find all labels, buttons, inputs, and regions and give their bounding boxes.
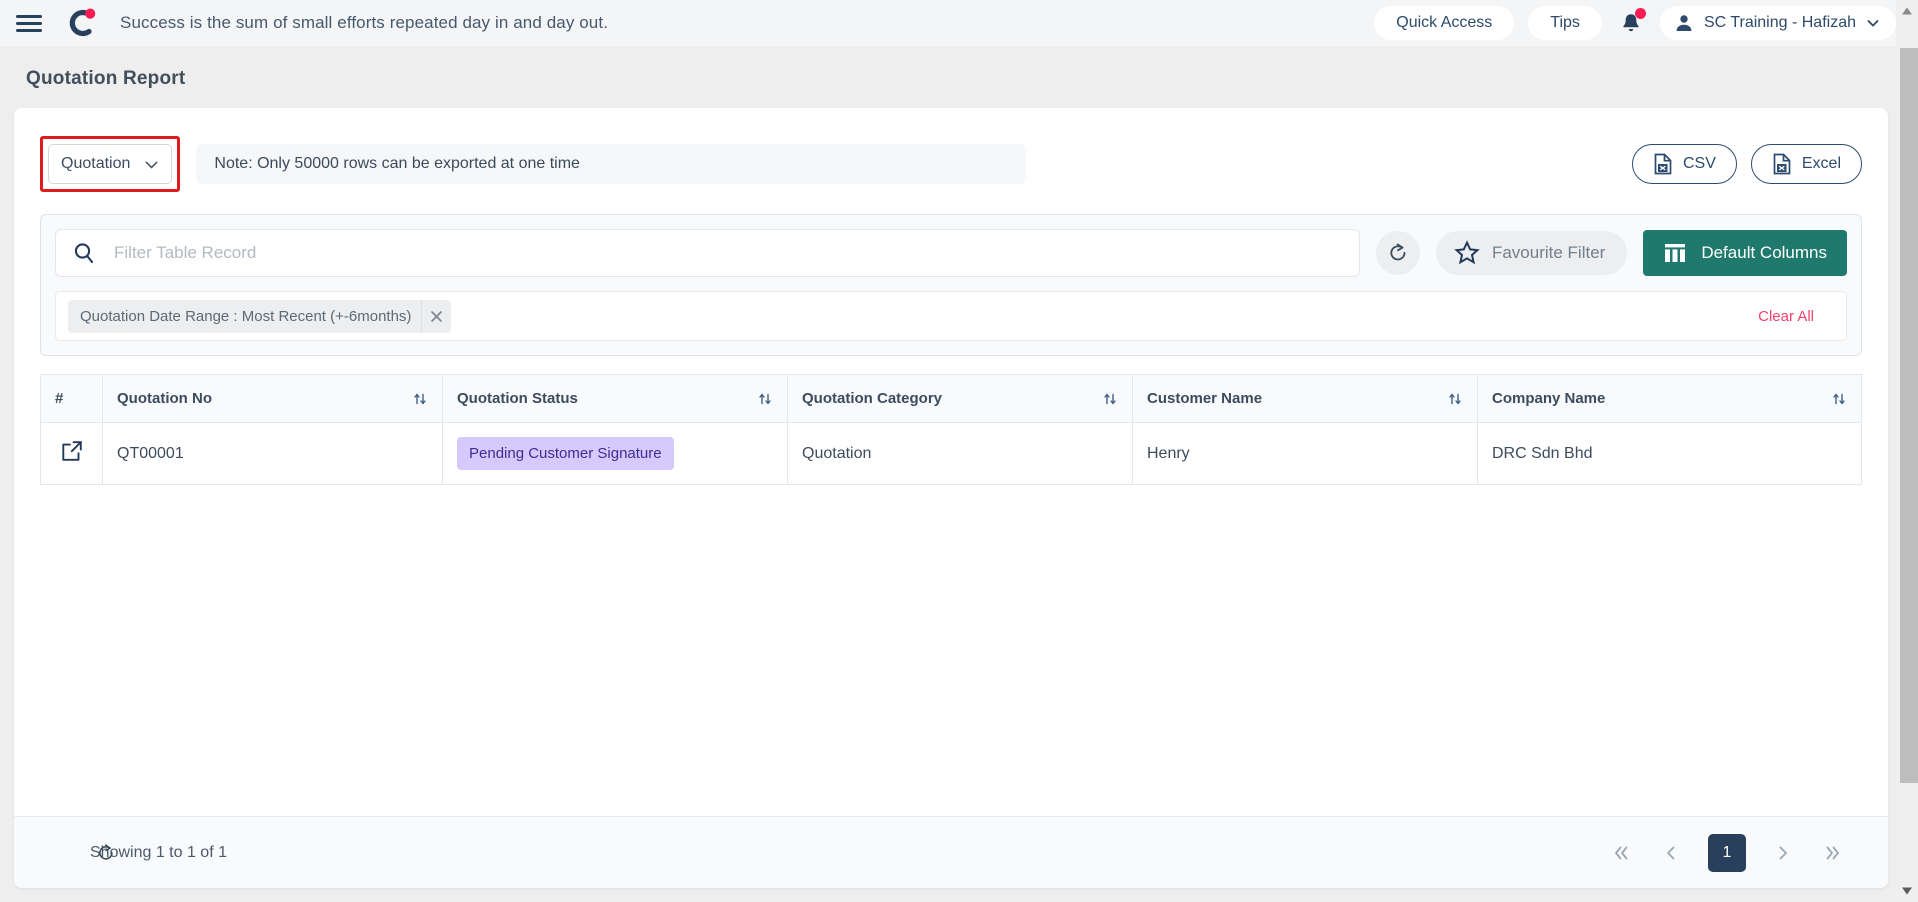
favourite-filter-button[interactable]: Favourite Filter <box>1435 231 1628 275</box>
column-label: # <box>55 390 64 407</box>
refresh-table-button[interactable] <box>1375 231 1420 275</box>
sort-updown-icon[interactable] <box>1447 391 1463 407</box>
notification-dot <box>1634 8 1646 19</box>
hamburger-icon[interactable] <box>16 10 42 36</box>
column-header-quotation-no[interactable]: Quotation No <box>102 374 443 423</box>
quick-access-button[interactable]: Quick Access <box>1374 6 1515 40</box>
sort-updown-icon[interactable] <box>757 391 773 407</box>
report-type-select[interactable]: Quotation <box>48 144 173 184</box>
export-excel-button[interactable]: Excel <box>1750 144 1862 184</box>
user-menu-button[interactable]: SC Training - Hafizah <box>1659 6 1896 40</box>
default-columns-label: Default Columns <box>1701 243 1827 262</box>
quotation-table: # Quotation No Quotation Status Quotatio… <box>40 374 1862 485</box>
chevron-down-icon <box>1867 20 1879 27</box>
footer-refresh-button[interactable] <box>96 843 116 863</box>
column-label: Company Name <box>1492 390 1606 407</box>
chevron-down-icon <box>145 161 158 168</box>
columns-icon <box>1665 244 1686 262</box>
table-header-row: # Quotation No Quotation Status Quotatio… <box>40 374 1862 423</box>
report-type-value: Quotation <box>61 155 131 172</box>
column-header-quotation-category[interactable]: Quotation Category <box>787 374 1133 423</box>
clear-all-filters-button[interactable]: Clear All <box>1758 308 1834 325</box>
chevron-double-left-icon <box>1615 846 1628 859</box>
sort-updown-icon[interactable] <box>1831 391 1847 407</box>
pagination-next-button[interactable] <box>1770 840 1796 866</box>
filter-chip-remove-button[interactable] <box>421 299 451 333</box>
page-title: Quotation Report <box>26 68 186 89</box>
favourite-filter-label: Favourite Filter <box>1491 243 1606 262</box>
column-header-customer-name[interactable]: Customer Name <box>1132 374 1478 423</box>
sort-updown-icon[interactable] <box>1102 391 1118 407</box>
sort-updown-icon[interactable] <box>412 391 428 407</box>
pagination-last-button[interactable] <box>1820 840 1846 866</box>
close-icon <box>431 310 443 322</box>
scrollbar-down-button[interactable] <box>1896 880 1918 902</box>
refresh-icon <box>1390 243 1406 261</box>
user-name-label: SC Training - Hafizah <box>1703 14 1856 31</box>
motto-text: Success is the sum of small efforts repe… <box>120 13 609 32</box>
export-csv-button[interactable]: CSV <box>1631 144 1737 184</box>
chevron-left-icon <box>1667 846 1675 859</box>
refresh-icon <box>99 843 113 860</box>
search-input[interactable] <box>112 242 1343 264</box>
column-label: Quotation Category <box>802 390 943 407</box>
cell-company-name: DRC Sdn Bhd <box>1477 422 1862 485</box>
pagination-prev-button[interactable] <box>1658 840 1684 866</box>
file-excel-icon <box>1773 153 1791 175</box>
external-link-icon[interactable] <box>61 440 83 462</box>
notification-bell-button[interactable] <box>1616 8 1646 38</box>
search-field-wrapper[interactable] <box>55 229 1360 277</box>
file-csv-icon <box>1654 153 1672 175</box>
filter-toolbar: Favourite Filter Default Columns <box>55 229 1847 277</box>
row-open-cell <box>40 422 103 485</box>
cell-quotation-no: QT00001 <box>102 422 443 485</box>
report-type-highlight: Quotation <box>40 136 181 192</box>
export-buttons: CSV Excel <box>1631 144 1862 184</box>
pagination: 1 <box>1608 833 1846 872</box>
column-header-quotation-status[interactable]: Quotation Status <box>442 374 788 423</box>
export-note: Note: Only 50000 rows can be exported at… <box>196 144 1027 184</box>
page-scrollbar[interactable] <box>1896 0 1918 902</box>
active-filters-row: Quotation Date Range : Most Recent (+-6m… <box>55 291 1847 341</box>
search-icon <box>74 243 94 264</box>
filter-chip[interactable]: Quotation Date Range : Most Recent (+-6m… <box>68 299 452 333</box>
filter-panel: Favourite Filter Default Columns Quotati… <box>40 214 1862 356</box>
scrollbar-thumb[interactable] <box>1900 48 1918 783</box>
column-label: Quotation Status <box>457 390 578 407</box>
status-badge: Pending Customer Signature <box>457 437 674 470</box>
top-navigation-bar: Success is the sum of small efforts repe… <box>0 0 1918 46</box>
export-toolbar: Quotation Note: Only 50000 rows can be e… <box>14 108 1888 192</box>
column-label: Quotation No <box>117 390 212 407</box>
cell-quotation-category: Quotation <box>787 422 1133 485</box>
pagination-page-1[interactable]: 1 <box>1708 833 1746 872</box>
table-footer: Showing 1 to 1 of 1 1 <box>14 816 1888 888</box>
triangle-down-icon <box>1902 887 1912 895</box>
column-header-company-name[interactable]: Company Name <box>1477 374 1862 423</box>
filter-chip-label: Quotation Date Range : Most Recent (+-6m… <box>80 307 412 325</box>
column-header-index: # <box>40 374 103 423</box>
triangle-up-icon <box>1902 7 1912 15</box>
cell-quotation-status: Pending Customer Signature <box>442 422 788 485</box>
default-columns-button[interactable]: Default Columns <box>1643 230 1847 276</box>
column-label: Customer Name <box>1147 390 1263 407</box>
report-card: Quotation Note: Only 50000 rows can be e… <box>14 108 1888 888</box>
star-icon <box>1454 240 1480 265</box>
tips-button[interactable]: Tips <box>1528 6 1602 40</box>
chevron-right-icon <box>1779 846 1787 859</box>
scrollbar-up-button[interactable] <box>1896 0 1918 22</box>
cell-customer-name: Henry <box>1132 422 1478 485</box>
pagination-first-button[interactable] <box>1608 840 1634 866</box>
topbar-actions: Quick Access Tips SC Training - Hafizah <box>1374 6 1896 40</box>
chevron-double-right-icon <box>1826 846 1839 859</box>
brand-logo-icon[interactable] <box>64 6 98 40</box>
export-csv-label: CSV <box>1682 155 1716 172</box>
export-excel-label: Excel <box>1801 155 1841 172</box>
user-icon <box>1676 15 1692 31</box>
table-row: QT00001 Pending Customer Signature Quota… <box>40 422 1862 485</box>
